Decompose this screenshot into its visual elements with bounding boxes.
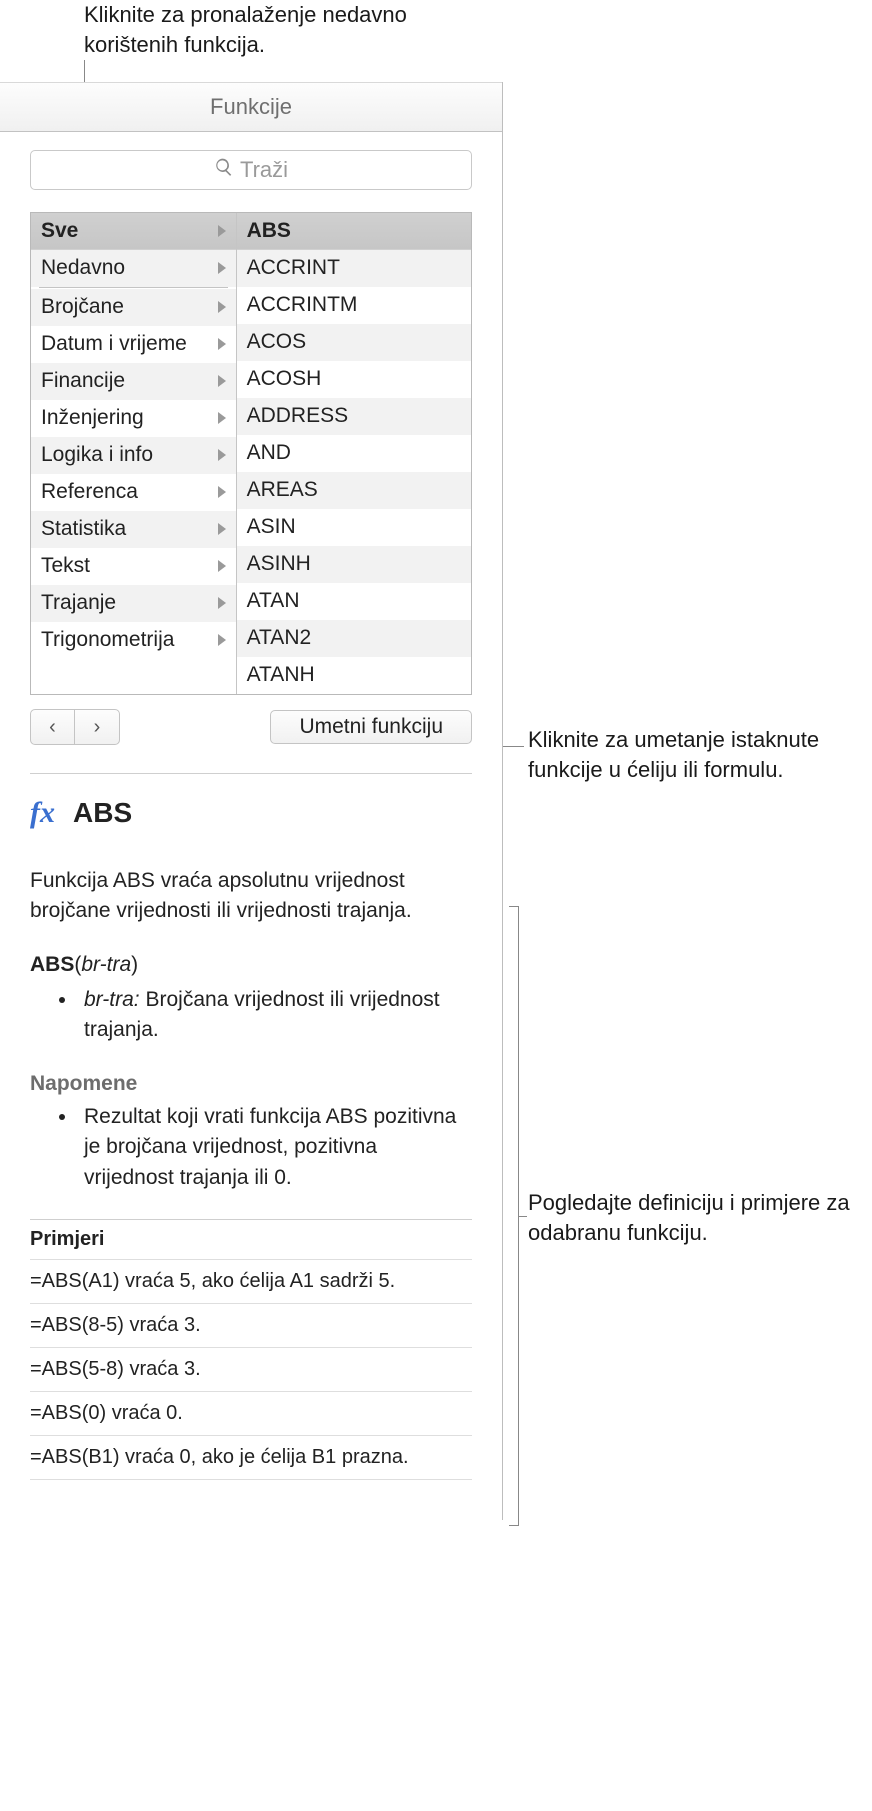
- leader-line: [503, 746, 523, 747]
- function-label: ACOS: [247, 330, 307, 354]
- function-label: ASIN: [247, 515, 296, 539]
- note-item: Rezultat koji vrati funkcija ABS pozitiv…: [78, 1102, 472, 1193]
- function-item[interactable]: ABS: [237, 213, 471, 250]
- category-label: Nedavno: [41, 256, 125, 280]
- argument-name: br-tra:: [84, 988, 140, 1011]
- function-label: ATAN2: [247, 626, 312, 650]
- panel-title: Funkcije: [0, 82, 502, 132]
- history-nav: ‹ ›: [30, 709, 120, 745]
- function-label: AND: [247, 441, 291, 465]
- function-label: ABS: [247, 219, 291, 243]
- category-label: Statistika: [41, 517, 126, 541]
- search-input[interactable]: Traži: [30, 150, 472, 190]
- example-item: =ABS(A1) vraća 5, ako ćelija A1 sadrži 5…: [30, 1260, 472, 1304]
- function-item[interactable]: AND: [237, 435, 471, 472]
- function-item[interactable]: ACCRINTM: [237, 287, 471, 324]
- function-item[interactable]: ATANH: [237, 657, 471, 694]
- function-label: AREAS: [247, 478, 318, 502]
- category-item[interactable]: Inženjering: [31, 400, 236, 437]
- chevron-right-icon: [218, 262, 226, 274]
- category-item[interactable]: Referenca: [31, 474, 236, 511]
- function-label: ATANH: [247, 663, 315, 687]
- chevron-right-icon: [218, 301, 226, 313]
- syntax-args: br-tra: [81, 953, 131, 976]
- function-summary: Funkcija ABS vraća apsolutnu vrijednost …: [30, 866, 472, 927]
- category-item[interactable]: Brojčane: [31, 289, 236, 326]
- category-label: Tekst: [41, 554, 90, 578]
- function-label: ACCRINT: [247, 256, 340, 280]
- chevron-right-icon: [218, 449, 226, 461]
- notes-heading: Napomene: [30, 1072, 472, 1096]
- chevron-right-icon: [218, 375, 226, 387]
- example-item: =ABS(5-8) vraća 3.: [30, 1348, 472, 1392]
- category-label: Financije: [41, 369, 125, 393]
- category-item[interactable]: Datum i vrijeme: [31, 326, 236, 363]
- category-label: Trajanje: [41, 591, 116, 615]
- function-description: fx ABS Funkcija ABS vraća apsolutnu vrij…: [30, 773, 472, 1520]
- argument-item: br-tra: Brojčana vrijednost ili vrijedno…: [78, 985, 472, 1046]
- category-item[interactable]: Sve: [31, 213, 236, 250]
- callout-insert: Kliknite za umetanje istaknute funkcije …: [528, 725, 868, 784]
- fx-icon: fx: [30, 796, 55, 830]
- callout-recent: Kliknite za pronalaženje nedavno korište…: [84, 0, 474, 59]
- category-label: Datum i vrijeme: [41, 332, 187, 356]
- panel-title-text: Funkcije: [210, 94, 292, 120]
- function-item[interactable]: AREAS: [237, 472, 471, 509]
- category-item[interactable]: Statistika: [31, 511, 236, 548]
- category-item[interactable]: Logika i info: [31, 437, 236, 474]
- functions-panel: Funkcije Traži Sve Nedavno Brojčane Datum i…: [0, 82, 503, 1520]
- function-item[interactable]: ASIN: [237, 509, 471, 546]
- chevron-right-icon: [218, 486, 226, 498]
- function-label: ADDRESS: [247, 404, 349, 428]
- chevron-right-icon: [218, 338, 226, 350]
- category-item[interactable]: Financije: [31, 363, 236, 400]
- category-item[interactable]: Tekst: [31, 548, 236, 585]
- examples-heading: Primjeri: [30, 1220, 472, 1259]
- chevron-right-icon: [218, 225, 226, 237]
- function-column: ABS ACCRINT ACCRINTM ACOS ACOSH ADDRESS AND ARE…: [236, 213, 471, 694]
- function-item[interactable]: ASINH: [237, 546, 471, 583]
- category-item[interactable]: Nedavno: [31, 250, 236, 287]
- category-item[interactable]: Trajanje: [31, 585, 236, 622]
- function-name-heading: ABS: [73, 797, 132, 829]
- function-item[interactable]: ACOS: [237, 324, 471, 361]
- function-label: ACOSH: [247, 367, 322, 391]
- function-label: ACCRINTM: [247, 293, 358, 317]
- example-item: =ABS(B1) vraća 0, ako je ćelija B1 prazn…: [30, 1436, 472, 1480]
- chevron-right-icon: [218, 412, 226, 424]
- search-placeholder: Traži: [240, 157, 288, 183]
- function-item[interactable]: ATAN2: [237, 620, 471, 657]
- category-label: Inženjering: [41, 406, 144, 430]
- category-label: Trigonometrija: [41, 628, 174, 652]
- category-item[interactable]: Trigonometrija: [31, 622, 236, 659]
- function-label: ATAN: [247, 589, 300, 613]
- category-label: Referenca: [41, 480, 138, 504]
- function-item[interactable]: ATAN: [237, 583, 471, 620]
- forward-button[interactable]: ›: [75, 710, 119, 744]
- examples-list: =ABS(A1) vraća 5, ako ćelija A1 sadrži 5…: [30, 1259, 472, 1480]
- function-item[interactable]: ACOSH: [237, 361, 471, 398]
- insert-function-button[interactable]: Umetni funkciju: [270, 710, 472, 744]
- category-column: Sve Nedavno Brojčane Datum i vrijeme Financi…: [31, 213, 236, 694]
- category-label: Sve: [41, 219, 78, 243]
- function-label: ASINH: [247, 552, 311, 576]
- example-item: =ABS(8-5) vraća 3.: [30, 1304, 472, 1348]
- function-syntax: ABS(br-tra): [30, 953, 472, 977]
- syntax-name: ABS: [30, 953, 74, 976]
- bracket: [509, 906, 519, 1526]
- category-label: Brojčane: [41, 295, 124, 319]
- chevron-right-icon: [218, 597, 226, 609]
- leader-line: [519, 1216, 527, 1217]
- chevron-right-icon: [218, 523, 226, 535]
- chevron-right-icon: [218, 634, 226, 646]
- function-item[interactable]: ADDRESS: [237, 398, 471, 435]
- back-button[interactable]: ‹: [31, 710, 75, 744]
- callout-definition: Pogledajte definiciju i primjere za odab…: [528, 1188, 868, 1247]
- example-item: =ABS(0) vraća 0.: [30, 1392, 472, 1436]
- category-label: Logika i info: [41, 443, 153, 467]
- search-icon: [214, 157, 234, 183]
- function-item[interactable]: ACCRINT: [237, 250, 471, 287]
- chevron-right-icon: [218, 560, 226, 572]
- function-browser: Sve Nedavno Brojčane Datum i vrijeme Financi…: [30, 212, 472, 695]
